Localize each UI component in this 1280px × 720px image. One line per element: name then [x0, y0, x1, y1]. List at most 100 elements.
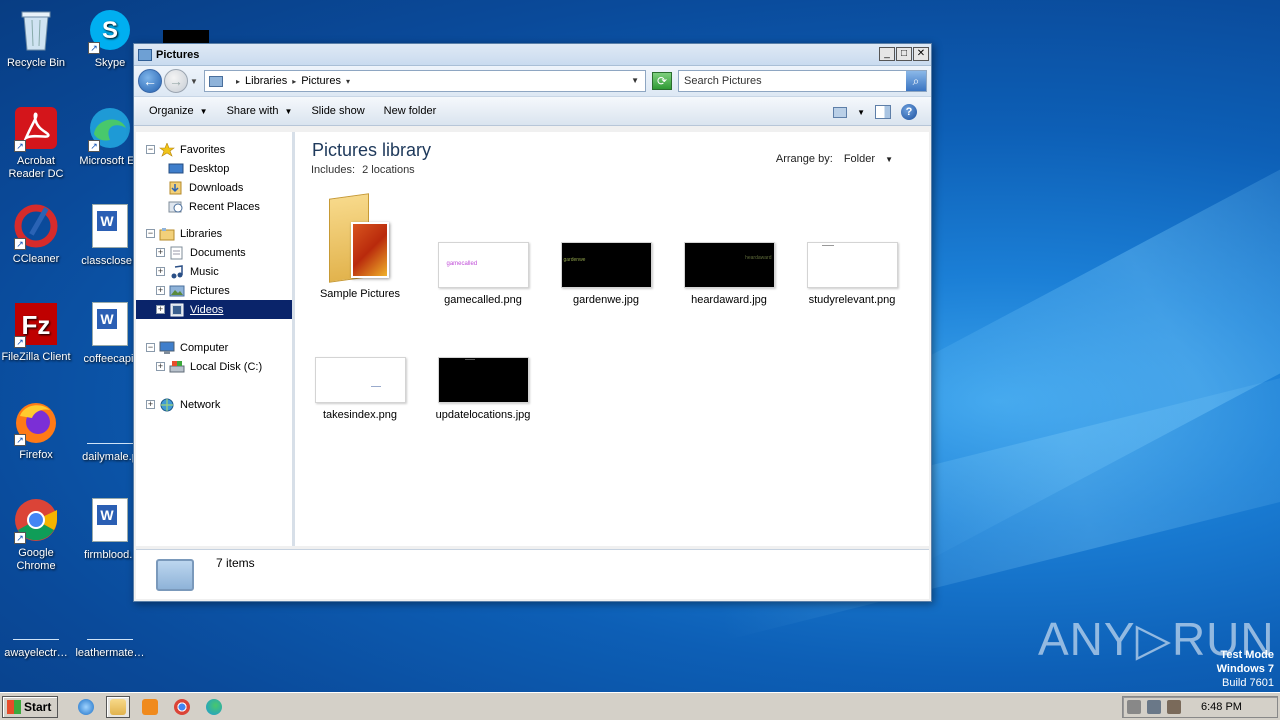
desktop-icon-awayelectr[interactable]: awayelectr… — [0, 594, 72, 660]
desktop-icon-label: Recycle Bin — [6, 57, 66, 69]
file-item-folder[interactable]: Sample Pictures — [305, 192, 415, 300]
nav-videos[interactable]: + Videos — [136, 300, 292, 319]
desktop-icon-filezilla[interactable]: Fz ↗ FileZilla Client — [0, 300, 72, 364]
libraries-icon — [159, 227, 175, 240]
expand-icon[interactable]: + — [146, 400, 155, 409]
file-item[interactable]: heardaward heardaward.jpg — [674, 242, 784, 306]
nav-documents[interactable]: + Documents — [136, 243, 292, 262]
nav-recent-places[interactable]: Recent Places — [136, 197, 292, 216]
file-name: updatelocations.jpg — [435, 409, 531, 421]
nav-network[interactable]: + Network — [136, 395, 292, 414]
slide-show-button[interactable]: Slide show — [302, 105, 374, 117]
includes-locations-link[interactable]: 2 locations — [362, 164, 415, 176]
desktop-icon-firefox[interactable]: ↗ Firefox — [0, 398, 72, 462]
desktop-icon-ccleaner[interactable]: ↗ CCleaner — [0, 202, 72, 266]
nav-computer[interactable]: − Computer — [136, 338, 292, 357]
internet-explorer-icon — [78, 698, 95, 715]
collapse-icon[interactable]: − — [146, 145, 155, 154]
file-name: gamecalled.png — [444, 294, 522, 306]
file-item[interactable]: gamecalled gamecalled.png — [428, 242, 538, 306]
breadcrumb-separator[interactable]: ▸ — [292, 77, 296, 86]
nav-pictures[interactable]: + Pictures — [136, 281, 292, 300]
taskbar-media-player[interactable] — [138, 696, 162, 718]
title-bar[interactable]: Pictures _ □ ✕ — [134, 44, 931, 66]
svg-text:S: S — [102, 17, 118, 44]
desktop-icon-chrome[interactable]: ↗ Google Chrome — [0, 496, 72, 573]
nav-music[interactable]: + Music — [136, 262, 292, 281]
minimize-button[interactable]: _ — [879, 47, 895, 61]
nav-label: Favorites — [180, 143, 226, 156]
taskbar-internet-explorer[interactable] — [74, 696, 98, 718]
search-icon[interactable]: ⌕ — [906, 71, 926, 91]
refresh-button[interactable]: ⟳ — [652, 72, 672, 90]
image-thumbnail — [314, 357, 406, 403]
chevron-down-icon[interactable]: ▼ — [885, 155, 893, 164]
back-button[interactable]: ← — [138, 69, 162, 93]
breadcrumb-separator[interactable]: ▾ — [346, 77, 350, 86]
start-button[interactable]: Start — [2, 695, 59, 718]
taskbar-edge[interactable] — [202, 696, 226, 718]
desktop-icon-acrobat[interactable]: ↗ Acrobat Reader DC — [0, 104, 72, 181]
desktop-icon-label: CCleaner — [12, 253, 60, 265]
desktop-icon-leathermate[interactable]: leathermate… — [74, 594, 146, 660]
nav-downloads[interactable]: Downloads — [136, 178, 292, 197]
expand-icon[interactable]: + — [156, 305, 165, 314]
forward-button[interactable]: → — [164, 69, 188, 93]
action-center-flag-icon[interactable] — [1167, 700, 1181, 714]
file-item[interactable]: gardenwe gardenwe.jpg — [551, 242, 661, 306]
more-views-dropdown[interactable]: ▼ — [857, 108, 865, 117]
expand-icon[interactable]: + — [156, 267, 165, 276]
file-item[interactable]: updatelocations.jpg — [428, 357, 538, 421]
nav-local-disk[interactable]: + Local Disk (C:) — [136, 357, 292, 376]
nav-label: Recent Places — [189, 200, 260, 213]
breadcrumb-pictures[interactable]: Pictures — [301, 75, 341, 87]
preview-pane-icon[interactable] — [875, 105, 891, 119]
network-status-icon[interactable] — [1147, 700, 1161, 714]
firefox-icon: ↗ — [12, 398, 60, 446]
shortcut-arrow-icon: ↗ — [14, 434, 26, 446]
file-item[interactable]: studyrelevant.png — [797, 242, 907, 306]
explorer-window: Pictures _ □ ✕ ← → ▼ ▸ Libraries ▸ Pictu… — [133, 43, 932, 602]
window-title: Pictures — [156, 48, 200, 61]
volume-icon[interactable] — [1127, 700, 1141, 714]
organize-button[interactable]: Organize ▼ — [140, 105, 218, 117]
taskbar-chrome[interactable] — [170, 696, 194, 718]
details-pane: 7 items — [136, 549, 929, 599]
help-icon[interactable]: ? — [901, 104, 917, 120]
recent-pages-dropdown[interactable]: ▼ — [190, 77, 200, 86]
breadcrumb-libraries[interactable]: Libraries — [245, 75, 287, 87]
breadcrumb-separator[interactable]: ▸ — [236, 77, 240, 86]
includes-label: Includes: — [311, 164, 356, 176]
address-bar[interactable]: ▸ Libraries ▸ Pictures ▾ ▼ — [204, 70, 646, 92]
file-item[interactable]: takesindex.png — [305, 357, 415, 421]
maximize-button[interactable]: □ — [896, 47, 912, 61]
nav-label: Videos — [190, 303, 224, 316]
blank-file-icon — [86, 596, 134, 644]
nav-desktop[interactable]: Desktop — [136, 159, 292, 178]
address-history-dropdown[interactable]: ▼ — [631, 76, 639, 85]
share-with-button[interactable]: Share with ▼ — [218, 105, 303, 117]
nav-libraries[interactable]: − Libraries — [136, 224, 292, 243]
collapse-icon[interactable]: − — [146, 343, 155, 352]
item-count: 7 items — [216, 556, 255, 570]
change-view-icon[interactable] — [833, 106, 848, 118]
file-name: studyrelevant.png — [808, 294, 896, 306]
arrange-by-dropdown[interactable]: Folder — [844, 153, 875, 165]
desktop-icon-label: Google Chrome — [16, 547, 56, 572]
search-box[interactable]: Search Pictures ⌕ — [678, 70, 927, 92]
nav-favorites[interactable]: − Favorites — [136, 140, 292, 159]
taskbar-explorer[interactable] — [106, 695, 131, 718]
close-button[interactable]: ✕ — [913, 47, 929, 61]
expand-icon[interactable]: + — [156, 248, 165, 257]
image-thumbnail: gamecalled — [437, 242, 529, 288]
desktop-icon — [168, 163, 184, 173]
expand-icon[interactable]: + — [156, 286, 165, 295]
collapse-icon[interactable]: − — [146, 229, 155, 238]
pictures-icon — [169, 285, 185, 296]
expand-icon[interactable]: + — [156, 362, 165, 371]
search-placeholder[interactable]: Search Pictures — [684, 75, 762, 87]
new-folder-button[interactable]: New folder — [375, 105, 447, 117]
nav-label: Network — [180, 398, 221, 411]
desktop-icon-recycle-bin[interactable]: Recycle Bin — [0, 6, 72, 70]
clock[interactable]: 6:48 PM — [1201, 701, 1242, 713]
